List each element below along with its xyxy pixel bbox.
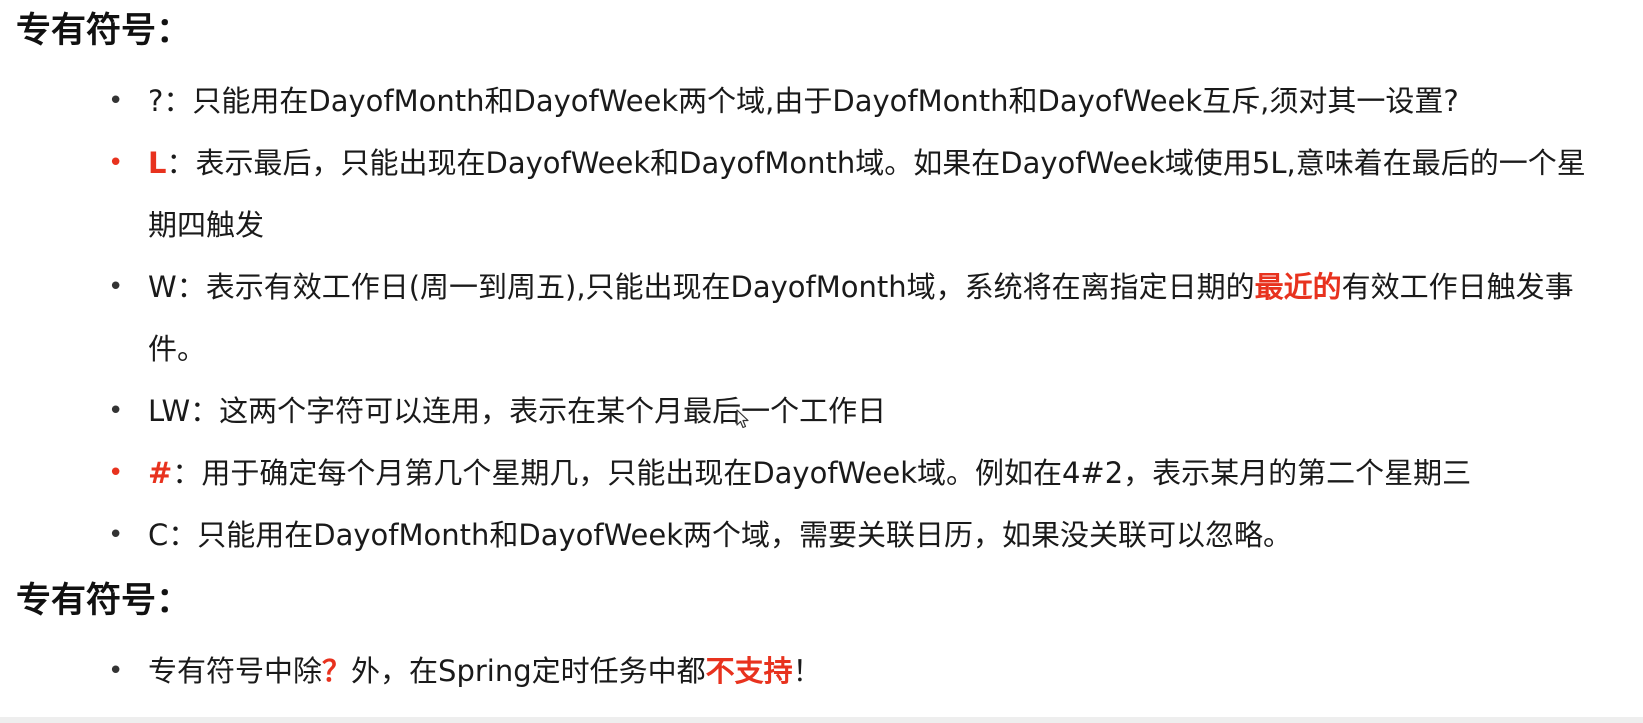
bullet-dot: • [108, 656, 124, 686]
bullet-dot: • [108, 520, 124, 550]
bullet-dot: • [108, 396, 124, 426]
list-item-spring-support: • 专有符号中除？外，在Spring定时任务中都不支持！ [0, 640, 1608, 702]
symbol-description: ：只能用在DayofMonth和DayofWeek两个域，需要关联日历，如果没关… [168, 518, 1293, 552]
highlight-nearest: 最近的 [1254, 270, 1342, 304]
support-text-middle: 外，在Spring定时任务中都 [351, 654, 706, 688]
section-heading-special-symbols: 专有符号： [16, 11, 192, 51]
symbol-description-start: ：表示有效工作日(周一到周五),只能出现在DayofMonth域，系统将在离指定… [176, 270, 1255, 304]
list-item-question-mark: • ?：只能用在DayofMonth和DayofWeek两个域,由于DayofMo… [0, 70, 1608, 132]
bullet-dot: • [108, 148, 124, 178]
highlight-question-mark: ？ [322, 654, 352, 688]
symbol-key: L [148, 146, 167, 180]
support-text-end: ！ [792, 654, 822, 688]
mouse-pointer-icon [736, 409, 749, 429]
symbol-key: W [148, 270, 177, 304]
highlight-not-supported: 不支持 [705, 654, 793, 688]
list-item-W: • W：表示有效工作日(周一到周五),只能出现在DayofMonth域，系统将在离… [0, 256, 1608, 380]
symbol-key: LW [148, 394, 191, 428]
support-text-start: 专有符号中除 [148, 654, 323, 688]
bullet-dot: • [108, 86, 124, 116]
symbol-key: # [148, 456, 173, 490]
list-item-LW: • LW：这两个字符可以连用，表示在某个月最后一个工作日 [0, 380, 1608, 442]
bottom-divider [0, 717, 1643, 723]
bullet-dot: • [108, 458, 124, 488]
symbol-description: ：表示最后，只能出现在DayofWeek和DayofMonth域。如果在Dayo… [148, 146, 1586, 242]
bullet-dot: • [108, 272, 124, 302]
symbol-description: ：只能用在DayofMonth和DayofWeek两个域,由于DayofMont… [163, 84, 1459, 118]
spring-support-list: • 专有符号中除？外，在Spring定时任务中都不支持！ [0, 640, 1608, 702]
symbol-key: C [148, 518, 169, 552]
list-item-C: • C：只能用在DayofMonth和DayofWeek两个域，需要关联日历，如果… [0, 504, 1608, 566]
list-item-hash: • #：用于确定每个月第几个星期几，只能出现在DayofWeek域。例如在4#2，… [0, 442, 1608, 504]
symbol-description: ：这两个字符可以连用，表示在某个月最后一个工作日 [190, 394, 887, 428]
list-item-L: • L：表示最后，只能出现在DayofWeek和DayofMonth域。如果在Da… [0, 132, 1608, 256]
section-heading-special-symbols-2: 专有符号： [16, 581, 192, 621]
special-symbol-list: • ?：只能用在DayofMonth和DayofWeek两个域,由于DayofMo… [0, 70, 1608, 566]
symbol-description: ：用于确定每个月第几个星期几，只能出现在DayofWeek域。例如在4#2，表示… [172, 456, 1472, 490]
symbol-key: ? [148, 84, 164, 118]
slide-page: 专有符号： • ?：只能用在DayofMonth和DayofWeek两个域,由于D… [0, 0, 1643, 723]
